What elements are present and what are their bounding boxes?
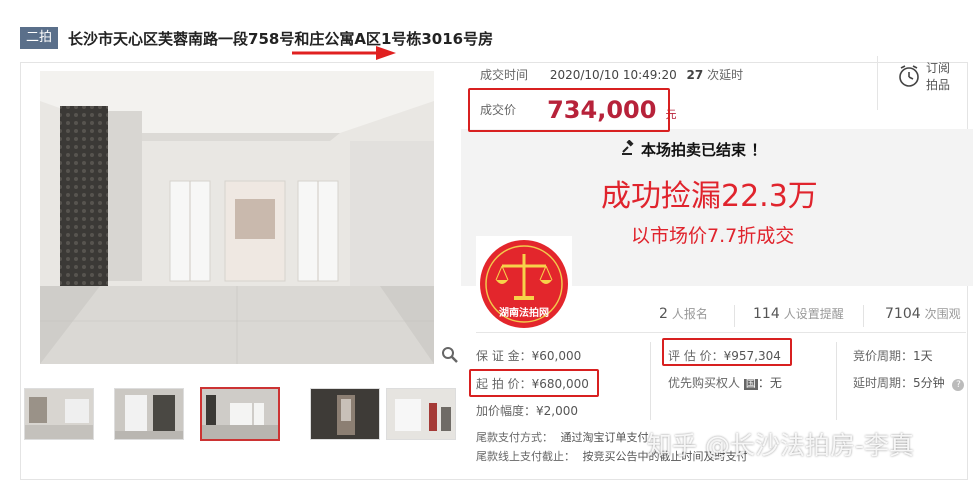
auction-round-badge: 二拍: [20, 27, 59, 49]
signup-label: 人报名: [671, 307, 708, 321]
delay-period-value: 5分钟: [913, 376, 945, 390]
stats-separator: [476, 332, 966, 333]
thumbnail-3-active[interactable]: [200, 387, 280, 441]
view-stat: 7104 次围观: [885, 305, 961, 322]
start-price-value: ¥680,000: [531, 377, 589, 391]
detail-divider-2: [836, 342, 837, 420]
detail-divider-1: [650, 342, 651, 420]
period-value: 1天: [913, 349, 933, 363]
deal-time-value: 2020/10/10 10:49:20: [549, 68, 677, 82]
subscribe-label-2: 拍品: [926, 78, 951, 92]
start-price-field: 起 拍 价：¥680,000: [476, 375, 589, 392]
title-bar: 二拍 长沙市天心区芙蓉南路一段758号和庄公寓A区1号栋3016号房: [20, 26, 493, 50]
delay-period-field: 延时周期：5分钟 ?: [853, 374, 965, 391]
thumbnail-2[interactable]: [114, 388, 184, 440]
signup-stat: 2 人报名: [659, 305, 708, 322]
auction-ended-text: 本场拍卖已结束 ！: [641, 141, 767, 159]
increment-field: 加价幅度：¥2,000: [476, 402, 578, 419]
period-field: 竞价周期：1天: [853, 347, 933, 364]
view-count: 7104: [885, 306, 921, 322]
thumbnail-4[interactable]: [310, 388, 380, 440]
delay-count: 27: [686, 68, 704, 82]
priority-value: ：无: [757, 376, 782, 390]
appraisal-value: ¥957,304: [723, 349, 781, 363]
deal-time-label: 成交时间: [480, 68, 529, 82]
thumbnail-5[interactable]: [386, 388, 456, 440]
logo-text: 湖南法拍网: [499, 306, 549, 319]
deal-time-row: 成交时间 2020/10/10 10:49:20 27 次延时: [480, 66, 743, 83]
thumbnail-strip: [20, 387, 460, 444]
pay-method-value: 通过淘宝订单支付: [560, 431, 649, 444]
pay-method-label: 尾款支付方式：: [476, 431, 553, 444]
pay-deadline-label: 尾款线上支付截止：: [476, 450, 575, 463]
appraisal-field: 评 估 价：¥957,304: [668, 347, 781, 364]
red-arrow-annotation: [292, 46, 396, 60]
zoom-icon[interactable]: [441, 346, 459, 364]
appraisal-label: 评 估 价：: [668, 349, 724, 363]
main-photo[interactable]: [40, 71, 434, 364]
promo-subline: 以市场价7.7折成交: [631, 225, 795, 247]
gavel-icon: [622, 140, 634, 155]
stats-divider-2: [863, 305, 864, 327]
help-icon[interactable]: ?: [952, 379, 965, 391]
increment-value: ¥2,000: [536, 404, 579, 418]
signup-count: 2: [659, 306, 668, 322]
stats-divider-1: [734, 305, 735, 327]
priority-label: 优先购买权人: [668, 376, 741, 390]
priority-field: 优先购买权人 国：无: [668, 374, 782, 391]
subscribe-label-1: 订阅: [926, 61, 951, 75]
final-price-highlight: [468, 88, 670, 132]
property-title: 长沙市天心区芙蓉南路一段758号和庄公寓A区1号栋3016号房: [68, 29, 494, 48]
period-label: 竞价周期：: [853, 349, 914, 363]
alarm-clock-icon: [899, 65, 919, 87]
increment-label: 加价幅度：: [476, 404, 537, 418]
hunan-fapai-logo: 湖南法拍网: [476, 236, 572, 332]
view-label: 次围观: [924, 307, 961, 321]
remind-label: 人设置提醒: [783, 307, 844, 321]
delay-label: 次延时: [707, 68, 744, 82]
zhihu-watermark: 知乎 @长沙法拍房-李真: [647, 431, 914, 460]
start-price-label: 起 拍 价：: [476, 377, 532, 391]
priority-tag: 国: [743, 379, 758, 390]
deposit-label: 保 证 金：: [476, 349, 532, 363]
auction-ended-notice: 本场拍卖已结束 ！: [622, 139, 767, 160]
remind-stat: 114 人设置提醒: [753, 305, 844, 322]
deposit-field: 保 证 金：¥60,000: [476, 347, 581, 364]
delay-period-label: 延时周期：: [853, 376, 914, 390]
deposit-value: ¥60,000: [531, 349, 582, 363]
subscribe-button[interactable]: 订阅 拍品: [877, 56, 967, 110]
pay-method-field: 尾款支付方式： 通过淘宝订单支付: [476, 429, 649, 445]
thumbnail-1[interactable]: [24, 388, 94, 440]
remind-count: 114: [753, 306, 780, 322]
promo-headline: 成功捡漏22.3万: [601, 179, 818, 214]
